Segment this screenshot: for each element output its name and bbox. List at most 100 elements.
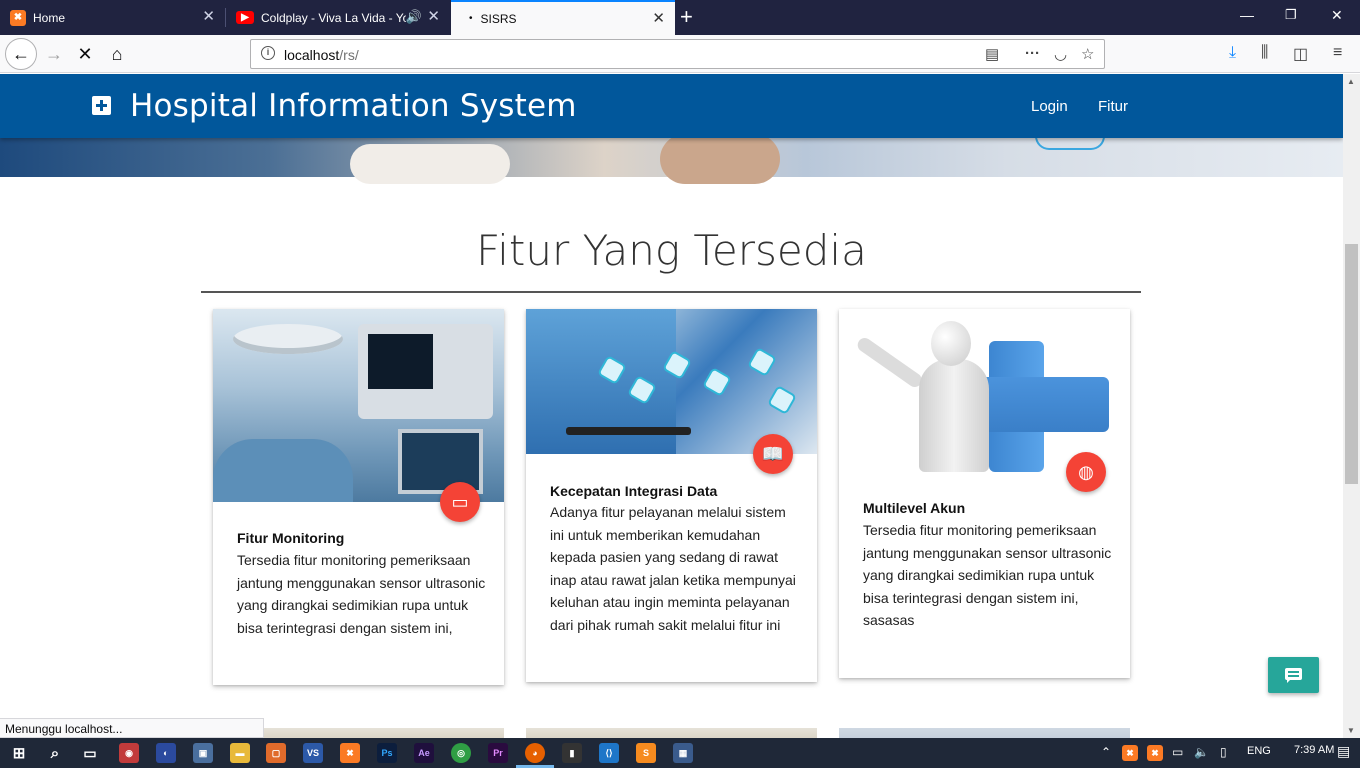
image-hex-icon: [746, 346, 778, 378]
file-explorer-icon[interactable]: ▬: [230, 743, 250, 763]
new-tab-icon[interactable]: +: [680, 5, 693, 29]
image-figure-body: [919, 359, 989, 472]
tab-home[interactable]: ✖ Home ✕: [0, 0, 225, 35]
card-title: Multilevel Akun: [863, 500, 966, 516]
card-text: Adanya fitur pelayanan melalui sistem in…: [550, 504, 796, 633]
devices-icon[interactable]: ▭: [440, 482, 480, 522]
app-icon[interactable]: ▢: [266, 743, 286, 763]
tab-youtube[interactable]: ▶ Coldplay - Viva La Vida - Yo 🔊 ✕: [226, 0, 450, 35]
page-actions-icon[interactable]: ···: [1025, 45, 1040, 62]
image-patient: [213, 439, 353, 502]
image-figure-head: [931, 321, 971, 366]
page-viewport: Hospital Information System Login Fitur …: [0, 74, 1343, 738]
windows-start-icon[interactable]: ⊞: [9, 743, 29, 763]
browser-tab-bar: ✖ Home ✕ ▶ Coldplay - Viva La Vida - Yo …: [0, 0, 1360, 35]
tab-sisrs[interactable]: • SISRS ✕: [451, 0, 675, 35]
site-brand[interactable]: Hospital Information System: [130, 88, 577, 124]
hospital-cross-icon: [92, 96, 111, 115]
premiere-icon[interactable]: Pr: [488, 743, 508, 763]
image-figure-arm: [854, 335, 925, 390]
xampp-icon[interactable]: ✖: [340, 743, 360, 763]
card-image-operating-room: [213, 309, 504, 502]
image-hex-icon: [766, 384, 798, 416]
close-tab-icon[interactable]: ✕: [427, 9, 440, 25]
clock[interactable]: 7:39 AM: [1294, 744, 1334, 756]
xampp-tray-icon[interactable]: ✖: [1147, 745, 1163, 761]
pocket-icon[interactable]: ◡: [1054, 45, 1067, 63]
scroll-down-icon[interactable]: ▼: [1347, 726, 1355, 735]
feature-card-multilevel: ◍ Multilevel Akun Tersedia fitur monitor…: [839, 309, 1130, 678]
section-title: Fitur Yang Tersedia: [476, 226, 867, 275]
app-icon[interactable]: ◉: [119, 743, 139, 763]
url-text[interactable]: localhost/rs/: [284, 47, 359, 63]
close-tab-icon[interactable]: ✕: [202, 9, 215, 25]
library-icon[interactable]: ⫼: [1261, 44, 1268, 62]
chrome-icon[interactable]: ◎: [451, 743, 471, 763]
close-tab-icon[interactable]: ✕: [652, 11, 665, 27]
sublime-icon[interactable]: S: [636, 743, 656, 763]
scroll-up-icon[interactable]: ▲: [1347, 77, 1355, 86]
reader-view-icon[interactable]: ▤: [985, 45, 999, 63]
image-tablet: [566, 427, 691, 435]
computer-icon[interactable]: ▣: [193, 743, 213, 763]
feature-card-next: [839, 728, 1130, 738]
scrollbar-thumb[interactable]: [1345, 244, 1358, 484]
restore-icon[interactable]: ❐: [1285, 7, 1297, 23]
sidebar-icon[interactable]: ◫: [1293, 44, 1308, 64]
minimize-icon[interactable]: —: [1240, 7, 1254, 23]
visual-studio-icon[interactable]: VS: [303, 743, 323, 763]
image-surgical-lamp: [233, 324, 343, 354]
card-text: Tersedia fitur monitoring pemeriksaan ja…: [237, 552, 486, 636]
youtube-icon: ▶: [236, 11, 254, 24]
feature-card-integrasi: 📖 Kecepatan Integrasi Data Adanya fitur …: [526, 309, 817, 682]
home-icon[interactable]: ⌂: [102, 39, 132, 69]
volume-icon[interactable]: 🔈: [1194, 745, 1209, 759]
image-screen: [368, 334, 433, 389]
url-bar[interactable]: i localhost/rs/ ▤ ··· ◡ ☆: [250, 39, 1105, 69]
search-icon[interactable]: ⌕: [45, 743, 65, 763]
xampp-tray-icon[interactable]: ✖: [1122, 745, 1138, 761]
app-icon[interactable]: ◐: [156, 743, 176, 763]
forward-arrow-icon[interactable]: →: [39, 39, 69, 69]
bookmark-star-icon[interactable]: ☆: [1081, 45, 1094, 63]
back-arrow-icon[interactable]: ←: [5, 38, 37, 70]
card-image-doctor-cross: [839, 309, 1130, 472]
hero-hand-shape: [350, 144, 510, 184]
xampp-icon: ✖: [10, 9, 26, 26]
page-scrollbar[interactable]: ▲ ▼: [1343, 74, 1360, 738]
tray-expand-icon[interactable]: ⌃: [1101, 745, 1111, 759]
terminal-icon[interactable]: ▮: [562, 743, 582, 763]
card-text: Tersedia fitur monitoring pemeriksaan ja…: [863, 522, 1112, 628]
site-header: Hospital Information System Login Fitur: [0, 74, 1343, 138]
tab-title: SISRS: [480, 11, 517, 26]
downloads-icon[interactable]: ⤓: [1229, 44, 1236, 62]
speaker-icon[interactable]: 🔊: [406, 9, 422, 25]
nav-login-link[interactable]: Login: [1031, 98, 1068, 115]
chat-button[interactable]: [1268, 657, 1319, 693]
network-icon[interactable]: ▭: [1172, 745, 1183, 759]
globe-icon[interactable]: ◍: [1066, 452, 1106, 492]
tab-title: Home: [33, 10, 66, 25]
vscode-icon[interactable]: ⟨⟩: [599, 743, 619, 763]
menu-hamburger-icon[interactable]: ≡: [1333, 44, 1342, 62]
stop-loading-icon[interactable]: ✕: [70, 39, 100, 69]
site-info-icon[interactable]: i: [261, 46, 275, 60]
after-effects-icon[interactable]: Ae: [414, 743, 434, 763]
task-view-icon[interactable]: ▭: [80, 743, 100, 763]
battery-icon[interactable]: ▯: [1220, 745, 1227, 759]
nav-fitur-link[interactable]: Fitur: [1098, 98, 1128, 115]
language-indicator[interactable]: ENG: [1247, 745, 1271, 757]
firefox-icon[interactable]: ◕: [525, 743, 545, 763]
url-host: localhost: [284, 47, 340, 63]
network-tool-icon[interactable]: ▦: [673, 743, 693, 763]
card-title: Fitur Monitoring: [237, 530, 345, 546]
feature-card-monitoring: ▭ Fitur Monitoring Tersedia fitur monito…: [213, 309, 504, 685]
window-close-icon[interactable]: ✕: [1331, 7, 1343, 24]
windows-taskbar: ⊞ ⌕ ▭ ◉ ◐ ▣ ▬ ▢ VS ✖ Ps Ae ◎ Pr ◕ ▮ ⟨⟩ S…: [0, 738, 1360, 768]
notifications-icon[interactable]: ▤: [1337, 743, 1350, 760]
book-icon[interactable]: 📖: [753, 434, 793, 474]
tab-title: Coldplay - Viva La Vida - Yo: [261, 10, 406, 25]
browser-nav-bar: ← → ✕ ⌂ i localhost/rs/ ▤ ··· ◡ ☆ ⤓ ⫼ ◫ …: [0, 35, 1360, 73]
card-image-digital-health: [526, 309, 817, 454]
photoshop-icon[interactable]: Ps: [377, 743, 397, 763]
